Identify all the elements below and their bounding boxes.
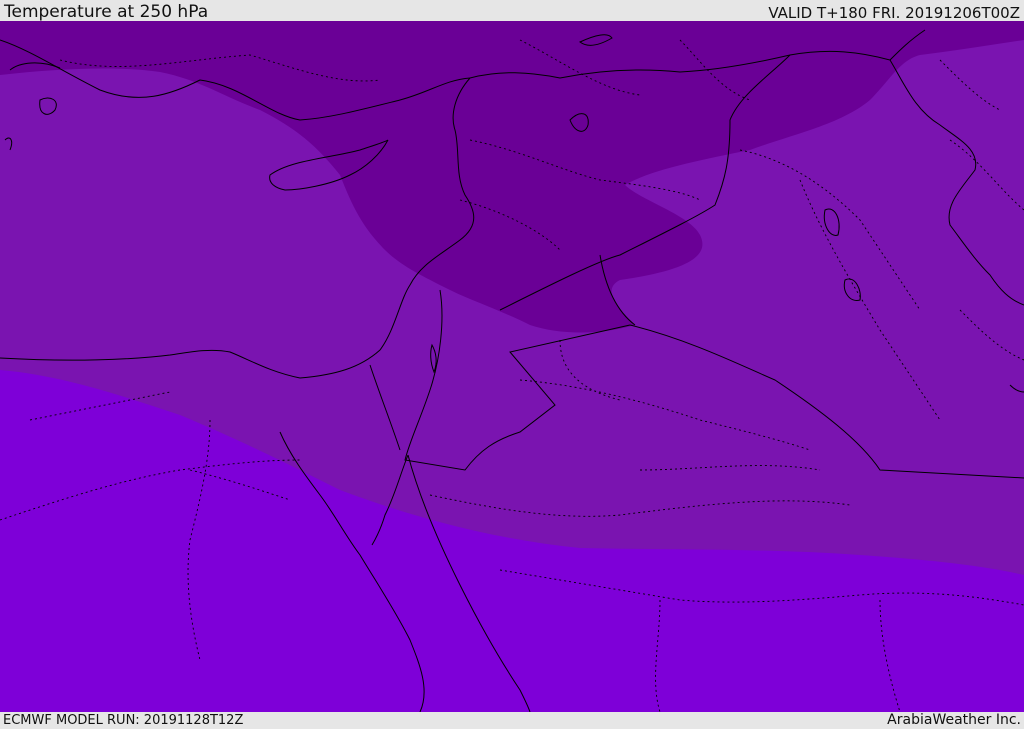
map-title: Temperature at 250 hPa bbox=[4, 2, 209, 22]
valid-time: VALID T+180 FRI. 20191206T00Z bbox=[768, 4, 1020, 22]
map-canvas bbox=[0, 21, 1024, 712]
model-run: ECMWF MODEL RUN: 20191128T12Z bbox=[3, 713, 244, 728]
credit-text: ArabiaWeather Inc. bbox=[887, 712, 1021, 728]
weather-map[interactable] bbox=[0, 21, 1024, 712]
header-bar: Temperature at 250 hPa VALID T+180 FRI. … bbox=[0, 0, 1024, 21]
footer-bar: ECMWF MODEL RUN: 20191128T12Z ArabiaWeat… bbox=[0, 712, 1024, 729]
